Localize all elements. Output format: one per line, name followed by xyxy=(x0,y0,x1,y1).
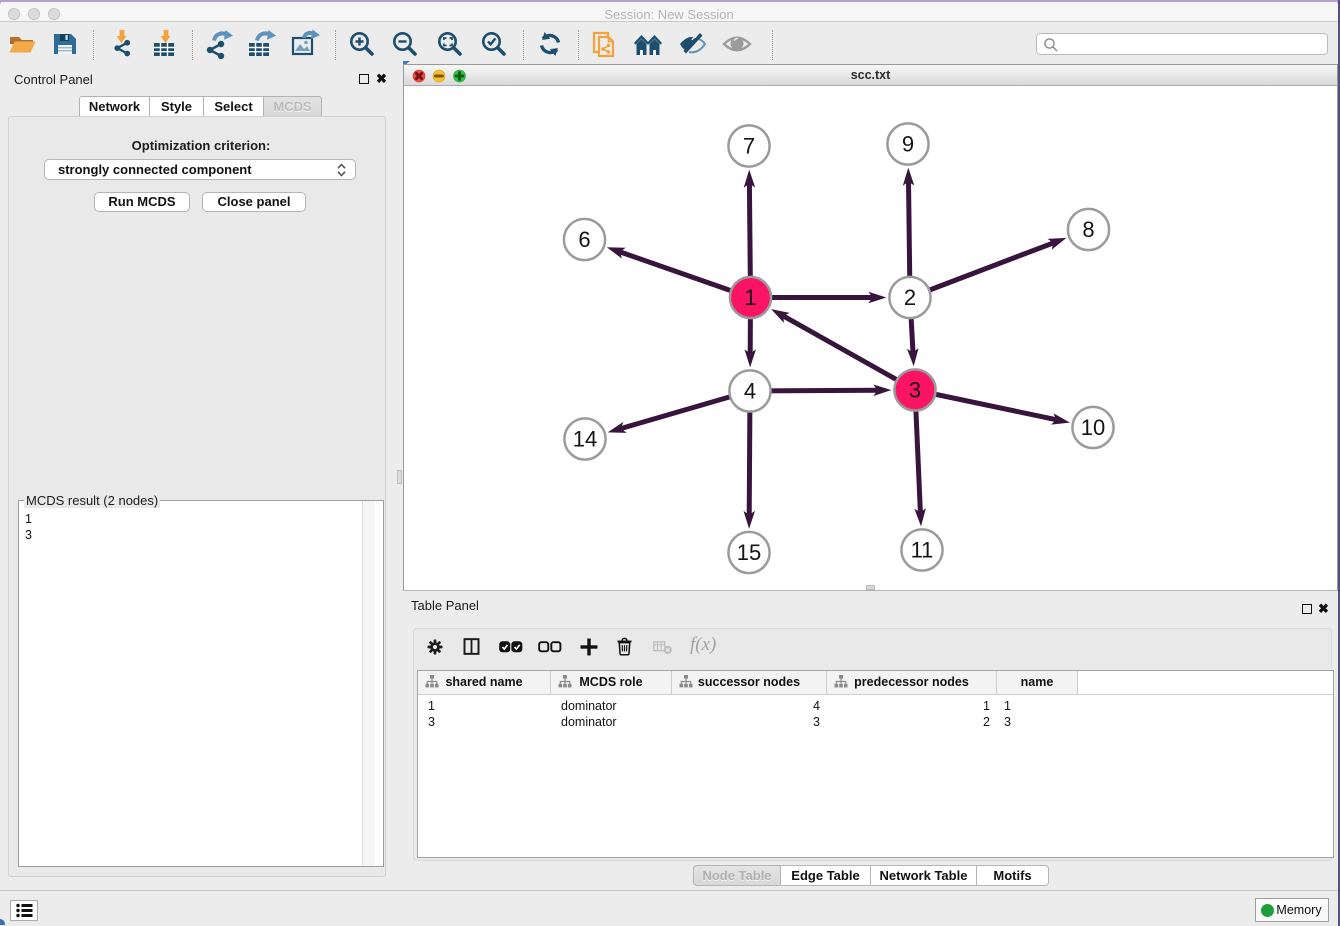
svg-text:3: 3 xyxy=(909,378,921,403)
svg-text:7: 7 xyxy=(743,134,755,159)
svg-text:15: 15 xyxy=(737,540,761,565)
svg-text:1: 1 xyxy=(744,285,756,310)
svg-text:9: 9 xyxy=(902,132,914,157)
svg-text:10: 10 xyxy=(1081,415,1105,440)
svg-text:11: 11 xyxy=(911,538,934,563)
svg-text:6: 6 xyxy=(578,227,590,252)
svg-text:14: 14 xyxy=(573,427,597,452)
svg-text:2: 2 xyxy=(904,285,916,310)
svg-text:8: 8 xyxy=(1082,217,1094,242)
svg-text:4: 4 xyxy=(744,379,756,404)
